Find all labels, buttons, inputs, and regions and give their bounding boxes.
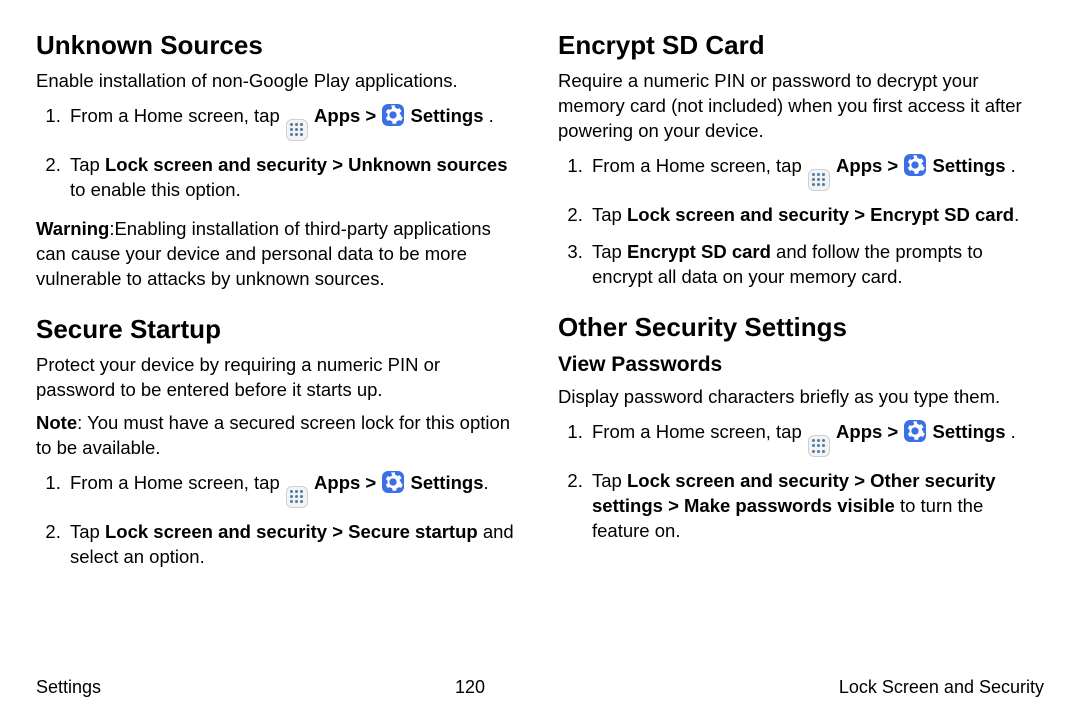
intro-secure-startup: Protect your device by requiring a numer… [36, 353, 522, 403]
step-2: Tap Lock screen and security > Other sec… [588, 469, 1044, 544]
footer-left: Settings [36, 677, 101, 698]
step-1: From a Home screen, tap Apps > Settings … [588, 154, 1044, 191]
steps-view-passwords: From a Home screen, tap Apps > Settings … [558, 420, 1044, 544]
footer-right: Lock Screen and Security [839, 677, 1044, 698]
intro-unknown-sources: Enable installation of non-Google Play a… [36, 69, 522, 94]
heading-secure-startup: Secure Startup [36, 312, 522, 347]
heading-view-passwords: View Passwords [558, 351, 1044, 379]
heading-encrypt-sd: Encrypt SD Card [558, 28, 1044, 63]
apps-icon [808, 169, 830, 191]
steps-unknown-sources: From a Home screen, tap Apps > Settings … [36, 104, 522, 203]
step-1: From a Home screen, tap Apps > Settings … [588, 420, 1044, 457]
content-columns: Unknown Sources Enable installation of n… [36, 28, 1044, 668]
apps-icon [286, 486, 308, 508]
settings-icon [904, 154, 926, 176]
intro-encrypt-sd: Require a numeric PIN or password to dec… [558, 69, 1044, 144]
footer-page-number: 120 [455, 677, 485, 698]
step-2: Tap Lock screen and security > Secure st… [66, 520, 522, 570]
settings-icon [904, 420, 926, 442]
heading-unknown-sources: Unknown Sources [36, 28, 522, 63]
step-2: Tap Lock screen and security > Unknown s… [66, 153, 522, 203]
step-3: Tap Encrypt SD card and follow the promp… [588, 240, 1044, 290]
note-secure-startup: Note: You must have a secured screen loc… [36, 411, 522, 461]
left-column: Unknown Sources Enable installation of n… [36, 28, 522, 668]
right-column: Encrypt SD Card Require a numeric PIN or… [558, 28, 1044, 668]
step-1: From a Home screen, tap Apps > Settings. [66, 471, 522, 508]
apps-icon [286, 119, 308, 141]
intro-view-passwords: Display password characters briefly as y… [558, 385, 1044, 410]
settings-icon [382, 471, 404, 493]
warning-text: Warning:Enabling installation of third-p… [36, 217, 522, 292]
page-footer: Settings 120 Lock Screen and Security [36, 677, 1044, 698]
settings-icon [382, 104, 404, 126]
steps-encrypt-sd: From a Home screen, tap Apps > Settings … [558, 154, 1044, 290]
apps-icon [808, 435, 830, 457]
steps-secure-startup: From a Home screen, tap Apps > Settings.… [36, 471, 522, 570]
step-2: Tap Lock screen and security > Encrypt S… [588, 203, 1044, 228]
step-1: From a Home screen, tap Apps > Settings … [66, 104, 522, 141]
heading-other-security: Other Security Settings [558, 310, 1044, 345]
